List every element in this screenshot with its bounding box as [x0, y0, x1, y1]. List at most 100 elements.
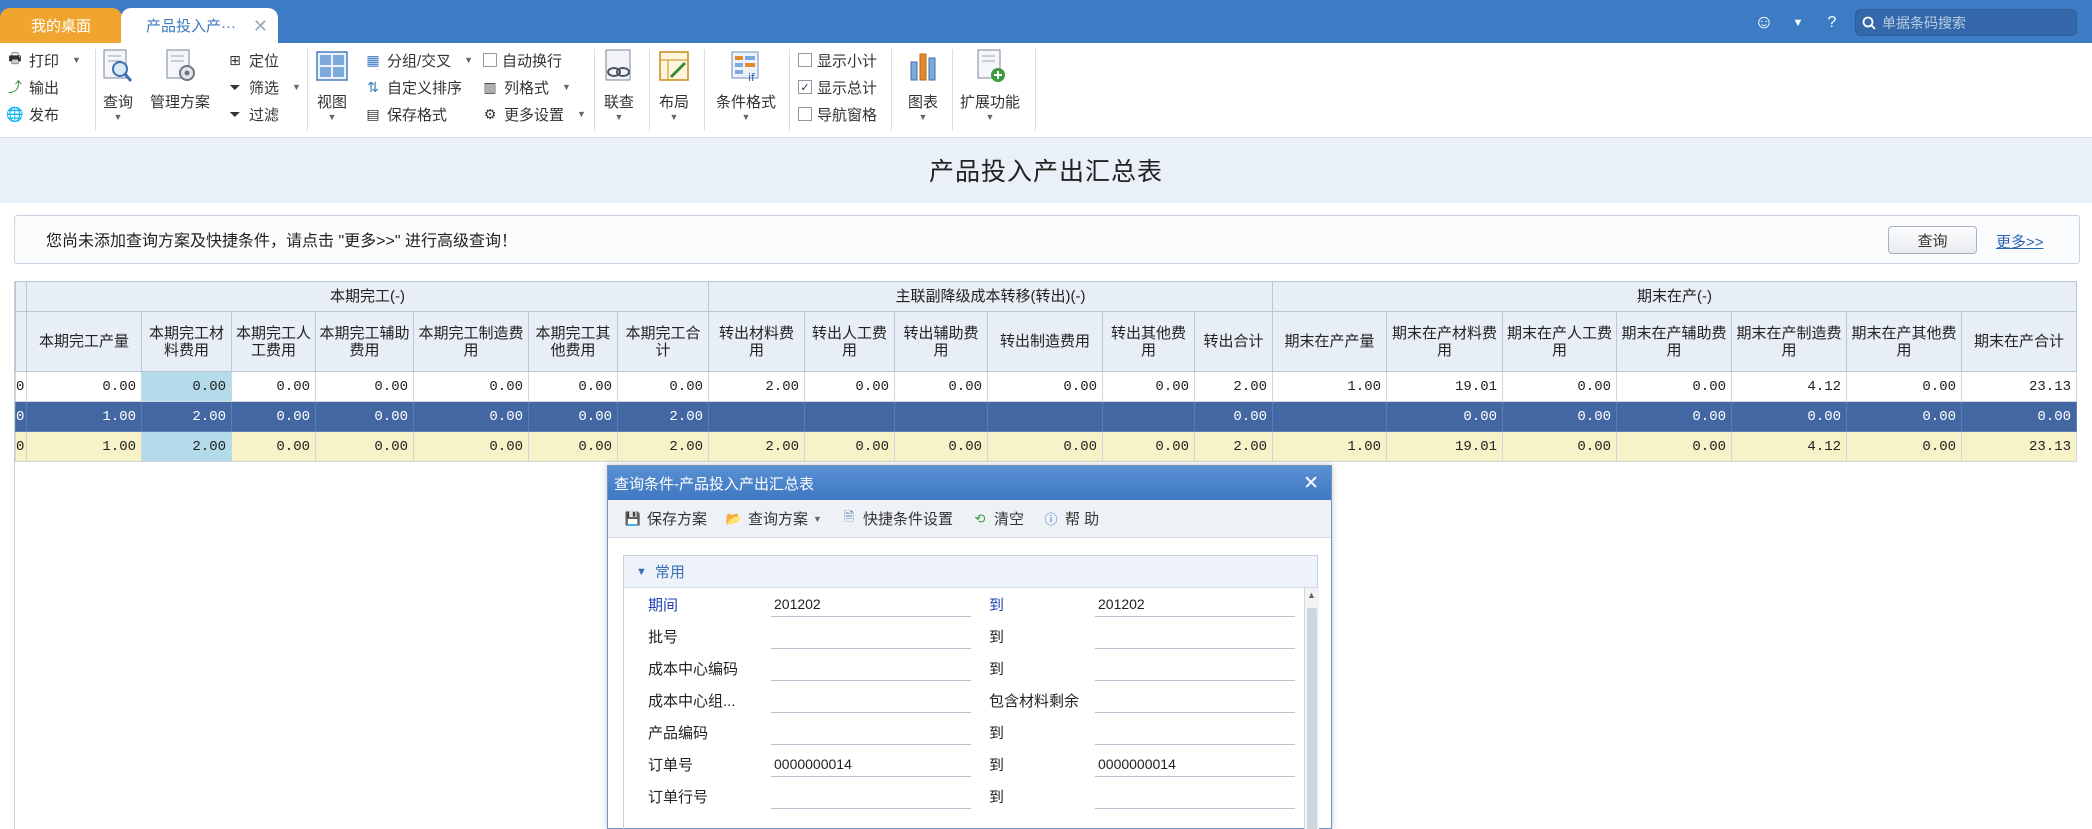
- table-cell[interactable]: 2.00: [1194, 431, 1273, 462]
- more-link[interactable]: 更多>>: [1996, 231, 2044, 252]
- table-cell[interactable]: 0.00: [315, 401, 414, 432]
- table-cell[interactable]: 0.00: [141, 371, 232, 402]
- column-header[interactable]: 转出制造费用: [987, 311, 1103, 372]
- show-total-checkbox[interactable]: ✓ 显示总计: [798, 76, 877, 98]
- column-header[interactable]: 期末在产合计: [1961, 311, 2077, 372]
- table-cell[interactable]: 2.00: [708, 371, 805, 402]
- column-header[interactable]: 转出辅助费用: [894, 311, 988, 372]
- table-cell[interactable]: 0: [15, 401, 27, 432]
- form-scrollbar[interactable]: ▲: [1304, 588, 1319, 829]
- table-cell[interactable]: 0.00: [1502, 431, 1617, 462]
- auto-wrap-checkbox[interactable]: 自动换行: [483, 49, 562, 71]
- condition-from-input[interactable]: [771, 656, 971, 681]
- filter-button[interactable]: ⏷ 筛选 ▼: [226, 76, 301, 98]
- more-settings-button[interactable]: ⚙ 更多设置 ▼: [481, 103, 586, 125]
- table-cell[interactable]: 0.00: [1102, 371, 1195, 402]
- table-cell[interactable]: [804, 401, 895, 432]
- dialog-close-icon[interactable]: ✕: [1303, 472, 1319, 495]
- table-cell[interactable]: 0.00: [1846, 401, 1962, 432]
- column-header[interactable]: 期末在产辅助费用: [1616, 311, 1732, 372]
- table-cell[interactable]: 19.01: [1386, 431, 1503, 462]
- table-cell[interactable]: 0.00: [894, 371, 988, 402]
- table-cell[interactable]: 0.00: [231, 371, 316, 402]
- column-header[interactable]: 期末在产其他费用: [1846, 311, 1962, 372]
- table-cell[interactable]: 4.12: [1731, 431, 1847, 462]
- table-row[interactable]: 0 1.00 2.00 0.00 0.00 0.00 0.00 2.00 0.00 0.00 0.0…: [15, 401, 2077, 432]
- column-header[interactable]: 本期完工辅助费用: [315, 311, 414, 372]
- table-cell[interactable]: 0.00: [1616, 431, 1732, 462]
- table-cell[interactable]: 0: [15, 371, 27, 402]
- condition-from-input[interactable]: [771, 624, 971, 649]
- help-button[interactable]: ⓘ 帮 助: [1042, 508, 1099, 529]
- custom-sort-button[interactable]: ⇅ 自定义排序: [364, 76, 462, 98]
- query-condition-dialog[interactable]: 查询条件-产品投入产出汇总表 ✕ 💾 保存方案 📂 查询方案 ▼ 🗎 快捷条件设置 ⟲ 清…: [607, 465, 1332, 829]
- table-cell[interactable]: 0.00: [1616, 371, 1732, 402]
- layout-button[interactable]: 布局 ▼: [656, 47, 692, 122]
- condition-to-input[interactable]: [1095, 784, 1295, 809]
- tab-report[interactable]: 产品投入产··· ✕: [121, 8, 278, 43]
- column-header[interactable]: 本期完工制造费用: [413, 311, 529, 372]
- manage-plan-button[interactable]: 管理方案: [150, 47, 210, 112]
- condition-from-input[interactable]: [771, 720, 971, 745]
- table-cell[interactable]: 0.00: [617, 371, 709, 402]
- table-row[interactable]: 0 1.00 2.00 0.00 0.00 0.00 0.00 2.00 2.00 0.00 0.0…: [15, 431, 2077, 462]
- table-cell[interactable]: 0.00: [1846, 371, 1962, 402]
- tab-close-icon[interactable]: ✕: [253, 16, 268, 37]
- column-header[interactable]: 期末在产产量: [1272, 311, 1387, 372]
- table-cell[interactable]: [894, 401, 988, 432]
- column-header[interactable]: 期末在产材料费用: [1386, 311, 1503, 372]
- table-cell[interactable]: 0.00: [1961, 401, 2077, 432]
- query-plan-button[interactable]: 📂 查询方案 ▼: [725, 508, 822, 529]
- table-cell[interactable]: 2.00: [141, 401, 232, 432]
- export-button[interactable]: ⤴ 输出: [6, 76, 59, 98]
- table-cell[interactable]: 1.00: [1272, 431, 1387, 462]
- quick-condition-button[interactable]: 🗎 快捷条件设置: [840, 508, 953, 529]
- column-header[interactable]: 本期完工材料费用: [141, 311, 232, 372]
- column-header[interactable]: 转出其他费用: [1102, 311, 1195, 372]
- link-query-button[interactable]: 联查 ▼: [601, 47, 637, 122]
- clear-button[interactable]: ⟲ 清空: [971, 508, 1024, 529]
- column-header[interactable]: 转出材料费用: [708, 311, 805, 372]
- save-plan-button[interactable]: 💾 保存方案: [624, 508, 707, 529]
- condition-to-input[interactable]: [1095, 624, 1295, 649]
- table-cell[interactable]: 0.00: [528, 371, 618, 402]
- table-cell[interactable]: 1.00: [26, 401, 142, 432]
- common-section-header[interactable]: ▼ 常用: [624, 556, 1317, 588]
- condition-to-input[interactable]: 0000000014: [1095, 752, 1295, 777]
- condition-to-input[interactable]: [1095, 656, 1295, 681]
- table-cell[interactable]: 0.00: [1102, 431, 1195, 462]
- table-cell[interactable]: 0: [15, 431, 27, 462]
- condition-from-input[interactable]: [771, 784, 971, 809]
- dialog-title-bar[interactable]: 查询条件-产品投入产出汇总表 ✕: [608, 466, 1331, 500]
- table-cell[interactable]: [987, 401, 1103, 432]
- table-cell[interactable]: 0.00: [894, 431, 988, 462]
- search-input[interactable]: [1882, 14, 2062, 31]
- table-cell[interactable]: 1.00: [1272, 371, 1387, 402]
- group-cross-button[interactable]: ▦ 分组/交叉 ▼: [364, 49, 473, 71]
- table-cell[interactable]: 0.00: [1502, 371, 1617, 402]
- table-cell[interactable]: 23.13: [1961, 371, 2077, 402]
- column-header[interactable]: 本期完工合计: [617, 311, 709, 372]
- table-cell[interactable]: 19.01: [1386, 371, 1503, 402]
- condition-from-input[interactable]: 201202: [771, 592, 971, 617]
- table-cell[interactable]: 0.00: [987, 371, 1103, 402]
- dropdown-caret-icon[interactable]: ▼: [1787, 17, 1809, 29]
- view-button[interactable]: 视图 ▼: [314, 47, 350, 122]
- cond-format-button[interactable]: if 条件格式 ▼: [716, 47, 776, 122]
- condition-from-input[interactable]: 0000000014: [771, 752, 971, 777]
- chart-button[interactable]: 图表 ▼: [905, 47, 941, 122]
- column-header[interactable]: 本期完工人工费用: [231, 311, 316, 372]
- column-header[interactable]: 期末在产制造费用: [1731, 311, 1847, 372]
- table-cell[interactable]: 0.00: [1616, 401, 1732, 432]
- condition-to-input[interactable]: [1095, 720, 1295, 745]
- table-cell[interactable]: [1102, 401, 1195, 432]
- table-row[interactable]: 0 0.00 0.00 0.00 0.00 0.00 0.00 0.00 2.00 0.00 0.0…: [15, 371, 2077, 402]
- table-cell[interactable]: 0.00: [1194, 401, 1273, 432]
- condition-to-input[interactable]: [1095, 688, 1295, 713]
- column-header[interactable]: 本期完工其他费用: [528, 311, 618, 372]
- table-cell[interactable]: 0.00: [315, 431, 414, 462]
- table-cell[interactable]: 0.00: [1386, 401, 1503, 432]
- extend-button[interactable]: 扩展功能 ▼: [960, 47, 1020, 122]
- table-cell[interactable]: 0.00: [1731, 401, 1847, 432]
- table-cell[interactable]: 1.00: [26, 431, 142, 462]
